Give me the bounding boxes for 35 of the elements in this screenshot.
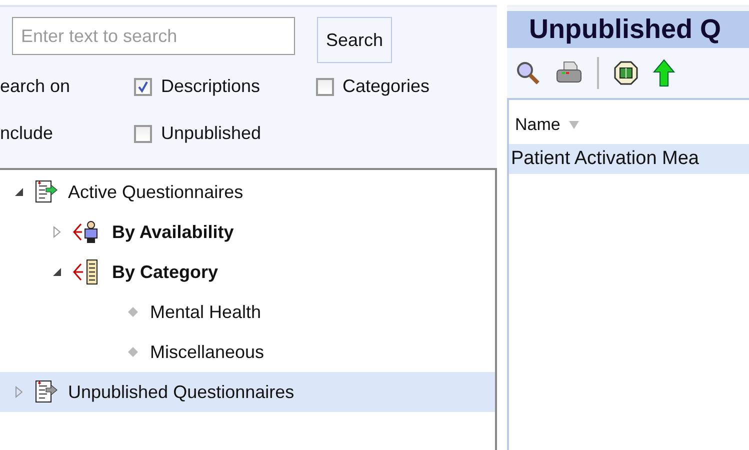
tree-label: Unpublished Questionnaires xyxy=(68,382,294,402)
tree-label: Active Questionnaires xyxy=(68,182,244,202)
checkbox[interactable] xyxy=(316,78,334,96)
package-icon[interactable] xyxy=(613,60,639,86)
collapse-triangle-icon[interactable] xyxy=(52,266,62,278)
list-row[interactable]: Patient Activation Mea xyxy=(509,144,749,174)
checkbox-label: Categories xyxy=(342,76,430,97)
option-label: earch on xyxy=(0,76,72,97)
document-arrow-icon xyxy=(34,180,58,204)
option-label: nclude xyxy=(0,123,54,144)
bullet-icon xyxy=(128,347,138,357)
tree-row[interactable]: By Category xyxy=(0,252,495,292)
bullet-icon xyxy=(128,307,138,317)
search-icon[interactable] xyxy=(515,60,541,86)
column-header[interactable]: Name xyxy=(515,115,560,135)
document-arrow-icon xyxy=(34,380,58,404)
checkbox[interactable] xyxy=(134,78,152,96)
search-button[interactable]: Search xyxy=(317,17,392,63)
tree-row[interactable]: Active Questionnaires xyxy=(0,172,495,212)
checkbox[interactable] xyxy=(134,124,152,142)
tree-label: By Availability xyxy=(112,222,234,242)
tree-row[interactable]: By Availability xyxy=(0,212,495,252)
search-field[interactable]: Enter text to search xyxy=(12,17,295,55)
tree-row[interactable]: Miscellaneous xyxy=(0,332,495,372)
tree-label: Mental Health xyxy=(150,302,262,322)
tree-label: By Category xyxy=(112,262,218,282)
checkbox-label: Unpublished xyxy=(161,123,262,144)
collapse-triangle-icon[interactable] xyxy=(14,186,24,198)
tree-row[interactable]: Unpublished Questionnaires xyxy=(0,372,495,412)
checkbox-label: Descriptions xyxy=(161,76,260,97)
expand-triangle-icon[interactable] xyxy=(52,226,62,238)
tree-row[interactable]: Mental Health xyxy=(0,292,495,332)
up-arrow-icon[interactable] xyxy=(653,59,675,87)
panel-title: Unpublished Q xyxy=(507,11,749,48)
tree-label: Miscellaneous xyxy=(150,342,264,362)
